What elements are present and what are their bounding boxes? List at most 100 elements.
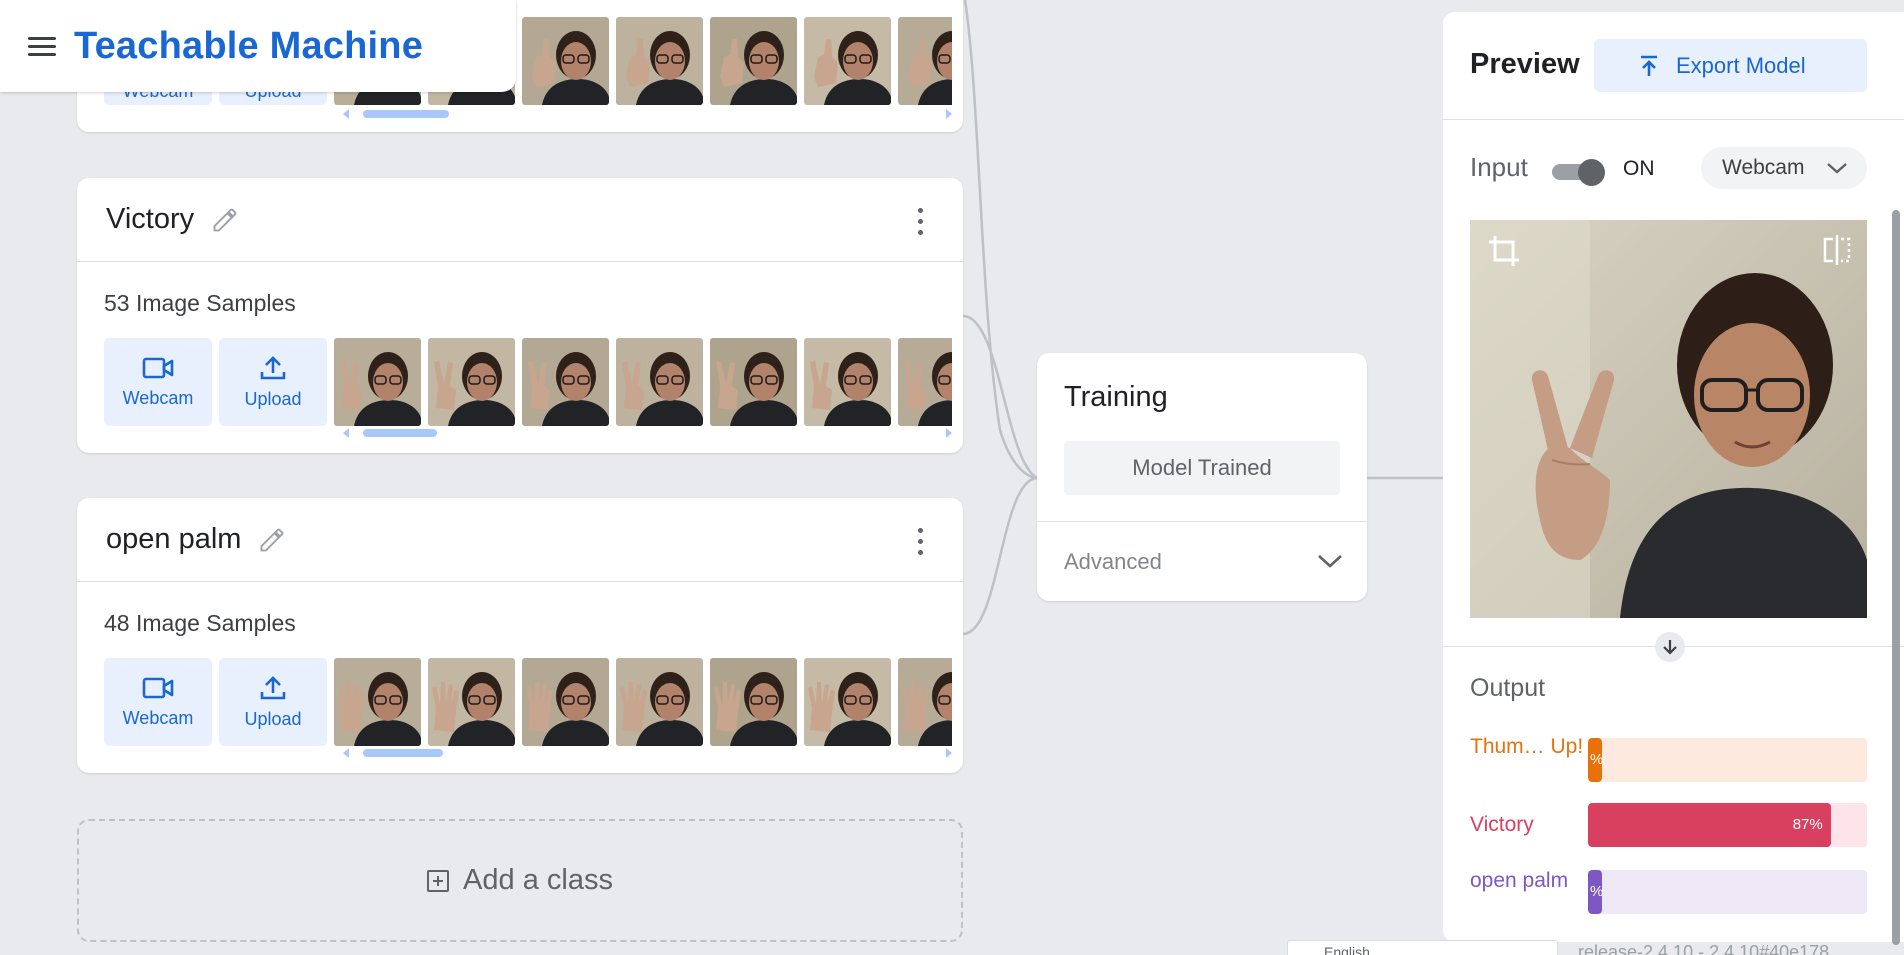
class-name[interactable]: Victory <box>106 203 194 236</box>
sample-thumbnail[interactable] <box>334 338 421 426</box>
scroll-right-arrow[interactable] <box>946 428 952 438</box>
sample-thumbnail[interactable] <box>710 17 797 105</box>
webcam-button[interactable]: Webcam <box>104 338 212 426</box>
export-icon <box>1641 55 1657 76</box>
confidence-percent: % <box>1590 883 1604 900</box>
scroll-thumb[interactable] <box>363 429 437 437</box>
add-class-label: Add a class <box>463 864 613 896</box>
app-header: Teachable Machine <box>0 0 516 92</box>
input-label: Input <box>1470 152 1528 182</box>
training-card: Training Model Trained Advanced <box>1037 353 1367 601</box>
language-select[interactable]: English <box>1287 940 1558 955</box>
sample-thumbnail[interactable] <box>804 338 891 426</box>
webcam-button[interactable]: Webcam <box>104 658 212 746</box>
output-label: Victory <box>1470 813 1534 836</box>
input-toggle[interactable] <box>1552 157 1606 187</box>
sample-scrollbar[interactable] <box>343 427 952 438</box>
sample-thumbnail[interactable] <box>522 17 609 105</box>
more-options-icon[interactable] <box>915 528 925 555</box>
sample-thumbnail[interactable] <box>804 658 891 746</box>
preview-panel: Preview Export Model Input ON Webcam Out… <box>1443 12 1904 942</box>
chevron-down-icon[interactable] <box>1317 553 1343 569</box>
scroll-thumb[interactable] <box>363 749 443 757</box>
upload-icon <box>260 675 286 699</box>
upload-button[interactable]: Upload <box>219 338 327 426</box>
pencil-icon[interactable] <box>210 205 240 235</box>
preview-title: Preview <box>1470 48 1580 80</box>
webcam-label: Webcam <box>122 707 194 728</box>
sample-thumbnail[interactable] <box>616 658 703 746</box>
output-row: open palm % <box>1470 868 1867 924</box>
flip-icon[interactable] <box>1821 234 1853 266</box>
export-model-button[interactable]: Export Model <box>1594 39 1867 92</box>
confidence-bar: % <box>1588 738 1867 782</box>
sample-thumbnail[interactable] <box>898 338 952 426</box>
confidence-bar: 87% <box>1588 803 1867 847</box>
card-header: Victory <box>77 178 963 262</box>
scroll-left-arrow[interactable] <box>343 428 349 438</box>
sample-thumbnail[interactable] <box>522 338 609 426</box>
version-label: release-2.4.10 - 2.4.10#40e178 <box>1578 942 1830 955</box>
webcam-label: Webcam <box>122 387 194 408</box>
output-label: open palm <box>1470 869 1569 892</box>
sample-thumbnail[interactable] <box>334 658 421 746</box>
sample-thumbnail[interactable] <box>616 338 703 426</box>
scroll-right-arrow[interactable] <box>946 109 952 119</box>
language-value: English <box>1324 944 1370 955</box>
divider <box>1037 521 1367 522</box>
scroll-left-arrow[interactable] <box>343 109 349 119</box>
crop-icon[interactable] <box>1487 234 1521 268</box>
sample-scrollbar[interactable] <box>343 108 952 119</box>
output-row: Thum… Up! % <box>1470 734 1867 790</box>
train-model-button[interactable]: Model Trained <box>1064 441 1340 495</box>
sample-thumbnail[interactable] <box>616 17 703 105</box>
sample-scrollbar[interactable] <box>343 747 952 758</box>
upload-button[interactable]: Upload <box>219 658 327 746</box>
webcam-preview <box>1470 220 1867 618</box>
training-title: Training <box>1064 381 1168 413</box>
upload-icon <box>260 355 286 379</box>
advanced-toggle[interactable]: Advanced <box>1064 549 1162 575</box>
menu-icon[interactable] <box>28 29 62 63</box>
confidence-percent: 87% <box>1792 816 1823 833</box>
more-options-icon[interactable] <box>915 208 925 235</box>
sample-thumbnail[interactable] <box>898 658 952 746</box>
arrow-down-icon[interactable] <box>1655 632 1685 662</box>
samples-count: 53 Image Samples <box>104 290 296 316</box>
webcam-frame-image <box>1470 220 1867 618</box>
divider <box>1443 119 1904 120</box>
sample-thumbnail[interactable] <box>428 338 515 426</box>
upload-label: Upload <box>244 708 302 729</box>
input-source-select[interactable]: Webcam <box>1701 147 1867 189</box>
sample-row: Webcam Upload <box>104 338 952 426</box>
scroll-thumb[interactable] <box>363 110 449 118</box>
scroll-right-arrow[interactable] <box>946 748 952 758</box>
class-card-open-palm: open palm 48 Image Samples Webcam Upload <box>77 498 963 773</box>
class-name[interactable]: open palm <box>106 523 241 556</box>
thumbnail-strip <box>334 658 952 746</box>
class-card-victory: Victory 53 Image Samples Webcam Upload <box>77 178 963 453</box>
scroll-left-arrow[interactable] <box>343 748 349 758</box>
add-class-button[interactable]: Add a class <box>77 819 963 942</box>
page-scrollbar[interactable] <box>1888 0 1904 955</box>
sample-thumbnail[interactable] <box>428 658 515 746</box>
page-scroll-thumb[interactable] <box>1892 210 1900 945</box>
sample-thumbnail[interactable] <box>898 17 952 105</box>
sample-thumbnail[interactable] <box>804 17 891 105</box>
card-header: open palm <box>77 498 963 582</box>
sample-thumbnail[interactable] <box>710 658 797 746</box>
output-label: Thum… Up! <box>1470 735 1584 758</box>
confidence-percent: % <box>1590 751 1604 768</box>
pencil-icon[interactable] <box>257 525 287 555</box>
samples-count: 48 Image Samples <box>104 610 296 636</box>
source-value: Webcam <box>1722 156 1805 179</box>
thumbnail-strip <box>334 338 952 426</box>
output-row: Victory 87% <box>1470 803 1867 859</box>
sample-thumbnail[interactable] <box>522 658 609 746</box>
sample-row: Webcam Upload <box>104 658 952 746</box>
videocam-icon <box>142 677 174 698</box>
chevron-down-icon <box>1827 163 1848 174</box>
output-title: Output <box>1470 674 1546 702</box>
sample-thumbnail[interactable] <box>710 338 797 426</box>
app-title: Teachable Machine <box>74 24 424 67</box>
